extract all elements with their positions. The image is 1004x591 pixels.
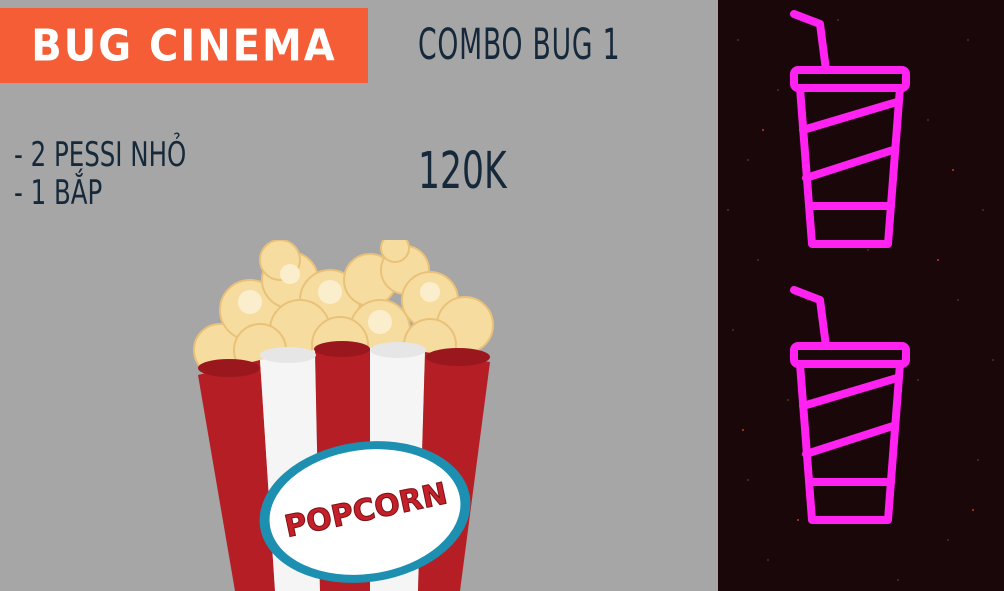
- combo-price: 120K: [418, 142, 507, 201]
- brand-name: BUG CINEMA: [31, 20, 337, 71]
- popcorn-label: POPCORN: [281, 476, 451, 546]
- menu-panel: BUG CINEMA COMBO BUG 1 - 2 PESSI NHỎ - 1…: [0, 0, 718, 591]
- drink-cup-icon: [790, 286, 910, 524]
- combo-title: COMBO BUG 1: [418, 20, 621, 70]
- popcorn-label-text: POPCORN: [282, 476, 451, 545]
- drinks-panel: [718, 0, 1004, 591]
- list-item: - 1 BẮP: [14, 173, 103, 213]
- list-item: - 2 PESSI NHỎ: [14, 135, 187, 175]
- combo-item-list: - 2 PESSI NHỎ - 1 BẮP: [14, 136, 186, 212]
- brand-banner: BUG CINEMA: [0, 8, 368, 83]
- drink-cup-icon: [790, 10, 910, 248]
